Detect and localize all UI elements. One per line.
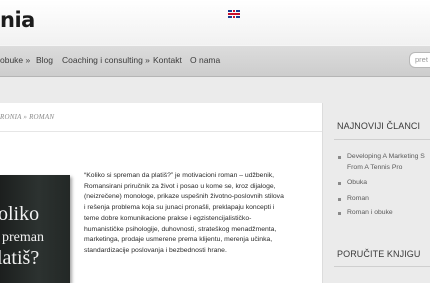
sidebar-item-roman-i-obuke[interactable]: Roman i obuke [347,207,393,218]
sidebar-divider [334,266,430,267]
book-cover-image: oliko preman latiš? [0,175,70,283]
sidebar-title-latest: NAJNOVIJI ČLANCI [337,121,421,131]
uk-flag-icon[interactable] [228,10,240,18]
site-header: nia [0,0,430,45]
book-cover-title-line1: oliko [0,203,40,225]
sidebar-item-label-line2[interactable]: From A Tennis Pro [347,164,402,171]
breadcrumb: RONIA » ROMAN [0,113,55,121]
book-cover-title-line3: latiš? [0,247,40,269]
site-logo[interactable]: nia [0,8,35,32]
search-input[interactable]: pret [409,52,430,68]
breadcrumb-divider [0,131,322,132]
list-bullet-icon [338,212,341,215]
sidebar-item-obuka[interactable]: Obuka [347,177,367,188]
list-bullet-icon [338,182,341,185]
nav-item-kontakt[interactable]: Kontakt [153,46,182,76]
list-bullet-icon [338,156,341,159]
nav-item-coaching[interactable]: Coaching i consulting » [62,46,150,76]
sidebar-item-label[interactable]: Developing A Marketing S [347,153,425,160]
list-bullet-icon [338,198,341,201]
article-paragraph: “Koliko si spreman da platiš?” je motiva… [84,172,284,254]
sidebar-divider [334,139,430,140]
nav-item-obuke[interactable]: obuke » [0,46,30,76]
sidebar-item-developing-marketing[interactable]: Developing A Marketing S From A Tennis P… [347,151,425,173]
nav-item-blog[interactable]: Blog [36,46,53,76]
sidebar-title-order-book: PORUČITE KNJIGU [337,249,421,259]
book-cover-title-line2: preman [2,230,44,245]
nav-item-o-nama[interactable]: O nama [190,46,220,76]
sidebar-item-roman[interactable]: Roman [347,193,369,204]
